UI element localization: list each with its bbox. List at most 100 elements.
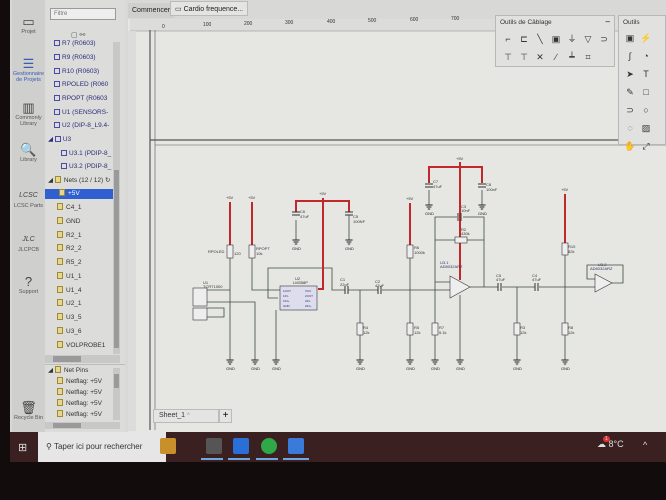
resistor-r2 xyxy=(454,236,468,244)
part-value: 430k xyxy=(461,231,470,236)
pan-tool-icon[interactable]: ✋ xyxy=(624,138,636,151)
ruler-label: 700 xyxy=(451,16,460,22)
resistor-rpoled xyxy=(226,244,234,259)
netlabel-tool-icon[interactable]: ⊃ xyxy=(598,34,610,46)
search-placeholder: Taper ici pour rechercher xyxy=(53,442,143,451)
part-value: 5.1k xyxy=(439,330,447,335)
gnd-label: GND xyxy=(251,366,260,371)
group-tool-icon[interactable]: ⌗ xyxy=(582,52,594,64)
app-icon-green[interactable] xyxy=(261,438,277,454)
app-icon-film[interactable] xyxy=(160,438,176,454)
gnd-label: GND xyxy=(456,366,465,371)
pen-tool-icon[interactable]: ✎ xyxy=(624,84,636,97)
part-value: TCRT1000 xyxy=(203,284,223,289)
part-value: 12k xyxy=(363,330,369,335)
app-icon-blue[interactable] xyxy=(233,438,249,454)
image-tool-icon[interactable]: ▣ xyxy=(624,30,636,43)
weather-widget[interactable]: ☁ 1 8°C xyxy=(597,436,624,450)
gnd-labels: GND GND GND GND GND GND GND GND GND GND GND GND GND xyxy=(226,211,570,371)
power-wires xyxy=(229,162,566,290)
app-icon-easyeda[interactable] xyxy=(288,438,304,454)
tray-chevron-icon[interactable]: ^ xyxy=(643,440,647,450)
resistor-rpopt xyxy=(248,244,256,259)
drawing-tools-panel: Outils ▣ ⚡ ∫ ◔ ➤ T ✎ □ ⊃ ○ ◌ ▨ ✋ ⤢ xyxy=(618,15,666,151)
ruler-label: 600 xyxy=(410,17,419,23)
windows-start-icon[interactable]: ⊞ xyxy=(18,441,27,454)
gnd-label: GND xyxy=(561,366,570,371)
no-connect-tool-icon[interactable]: ✕ xyxy=(534,52,546,64)
part-value: 47uF xyxy=(532,277,542,282)
pin-label: 2IN- xyxy=(305,299,311,303)
weather-badge: 1 xyxy=(603,436,610,442)
part-value: 10k xyxy=(256,251,262,256)
app-icon-cards[interactable] xyxy=(206,438,222,454)
gnd-label: GND xyxy=(292,246,301,251)
ruler-label: 0 xyxy=(162,24,165,30)
part-value: 47uF xyxy=(375,283,385,288)
vcc-label: +5V xyxy=(319,191,327,196)
rect-tool-icon[interactable]: □ xyxy=(640,84,652,97)
text-tool-icon[interactable]: T xyxy=(640,66,652,79)
taskbar-search[interactable]: ⚲ Taper ici pour rechercher xyxy=(38,432,166,462)
bus-tool-icon[interactable]: ⊏ xyxy=(518,34,530,46)
u1-led xyxy=(192,307,208,321)
circle-tool-icon[interactable]: ○ xyxy=(640,102,652,115)
vcc-label: +5V xyxy=(456,156,464,161)
gnd-label: GND xyxy=(431,366,440,371)
arrow-tool-icon[interactable]: ➤ xyxy=(624,66,636,79)
netport-tool-icon[interactable]: ▣ xyxy=(550,34,562,46)
vcc-label: +5V xyxy=(406,196,414,201)
u3-2-opamp xyxy=(594,273,613,293)
ruler-label: 200 xyxy=(244,21,253,27)
probe-tool-icon[interactable]: ∕ xyxy=(550,52,562,64)
gnd-label: GND xyxy=(226,366,235,371)
part-value: 1000k xyxy=(414,250,425,255)
gnd-label: GND xyxy=(513,366,522,371)
taskbar: ⊞ ⚲ Taper ici pour rechercher ☁ 1 8°C ^ xyxy=(10,432,666,462)
ruler-label: 100 xyxy=(203,22,212,28)
polygon-tool-icon[interactable]: ⊃ xyxy=(624,102,636,115)
plus5v-tool-icon[interactable]: ⊤ xyxy=(518,52,530,64)
pin-label: 1OUT xyxy=(283,289,291,293)
part-value: AD8032ARZ xyxy=(590,266,613,271)
drag-tool-icon[interactable]: ⤢ xyxy=(640,138,652,151)
resistor-r6 xyxy=(406,244,414,259)
part-value: 47uF xyxy=(496,277,506,282)
pin-label: 2OUT xyxy=(305,294,313,298)
part-value: 12k xyxy=(520,330,526,335)
wire-tool-icon[interactable]: ⌐ xyxy=(502,34,514,46)
gnd-tool-icon[interactable]: ⏚ xyxy=(566,32,578,44)
gnd-label: GND xyxy=(425,211,434,216)
wiring-tools-title: Outils de Câblage xyxy=(500,19,552,26)
vcc-tool-icon[interactable]: ⊤ xyxy=(502,52,514,64)
wiring-tools-panel: Outils de Câblage – ⌐ ⊏ ╲ ▣ ⏚ ▽ ⊃ ⊤ ⊤ ✕ ∕ ┷ ⌗ xyxy=(495,15,615,67)
ellipse-tool-icon[interactable]: ◌ xyxy=(624,120,636,133)
gnd-label: GND xyxy=(356,366,365,371)
pin-label: GND xyxy=(283,304,291,308)
part-value: 120 xyxy=(234,251,241,256)
vcc-label: +5V xyxy=(248,195,256,200)
gnd-label: GND xyxy=(272,366,281,371)
part-value: 12k xyxy=(568,330,574,335)
ruler-label: 300 xyxy=(285,20,294,26)
weather-temp: 8°C xyxy=(608,439,624,449)
vcc-label: +5V xyxy=(561,187,569,192)
drawing-tools-title: Outils xyxy=(623,19,640,26)
ruler-label: 500 xyxy=(368,18,377,24)
vcc-label: +5V xyxy=(226,195,234,200)
pin-tool-icon[interactable]: ┷ xyxy=(566,52,578,64)
line-tool-icon[interactable]: ╲ xyxy=(534,34,546,46)
add-sheet-button[interactable]: + xyxy=(219,409,232,423)
arc-tool-icon[interactable]: ◔ xyxy=(640,48,652,61)
picture-tool-icon[interactable]: ▨ xyxy=(640,120,652,133)
sheet-tab[interactable]: Sheet_1 ^ xyxy=(153,409,219,423)
bezier-tool-icon[interactable]: ∫ xyxy=(624,48,636,61)
netflag-tool-icon[interactable]: ▽ xyxy=(582,34,594,46)
search-icon: ⚲ xyxy=(46,442,54,451)
part-value: LM358P xyxy=(293,280,308,285)
minimize-button[interactable]: – xyxy=(606,17,610,26)
pin-label: 1IN+ xyxy=(283,299,290,303)
pin-label: 1IN- xyxy=(283,294,289,298)
lightning-tool-icon[interactable]: ⚡ xyxy=(640,30,652,43)
part-value: AD8032ARZ xyxy=(440,264,463,269)
